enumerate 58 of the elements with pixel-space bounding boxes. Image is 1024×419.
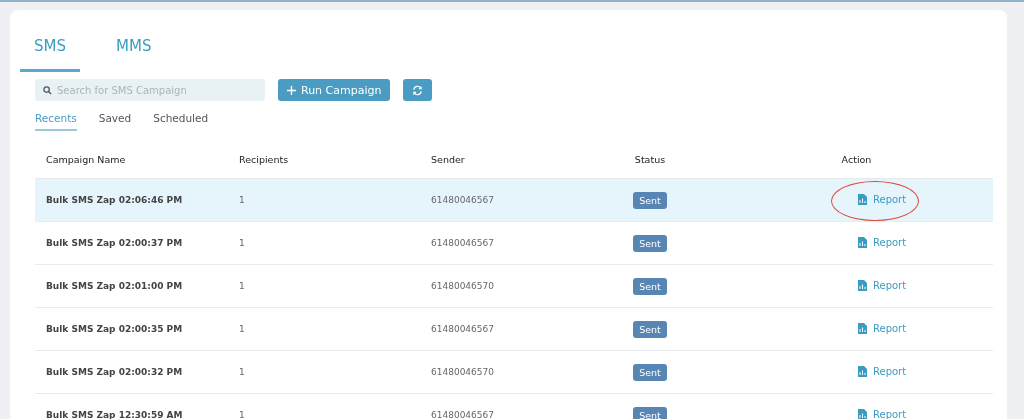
campaign-name: Bulk SMS Zap 02:00:32 PM	[46, 367, 183, 377]
recipients-count: 1	[239, 238, 245, 248]
report-icon	[858, 236, 867, 248]
search-icon	[43, 85, 52, 95]
campaign-name: Bulk SMS Zap 02:00:35 PM	[46, 324, 183, 334]
table-row[interactable]: Bulk SMS Zap 02:00:35 PM 1 61480046567 Sent Report	[35, 307, 993, 351]
recipients-count: 1	[239, 281, 245, 291]
recipients-count: 1	[239, 324, 245, 334]
table-row[interactable]: Bulk SMS Zap 02:00:32 PM 1 61480046570 Sent Report	[35, 350, 993, 394]
search-input[interactable]: Search for SMS Campaign	[57, 84, 247, 96]
refresh-icon	[412, 84, 424, 96]
campaign-name: Bulk SMS Zap 12:30:59 AM	[46, 410, 183, 419]
sub-tab[interactable]: Saved	[98, 112, 132, 131]
status-badge: Sent	[633, 277, 667, 295]
table-row[interactable]: Bulk SMS Zap 02:06:46 PM 1 61480046567 Sent Report	[35, 178, 993, 222]
status-badge: Sent	[633, 234, 667, 252]
report-icon	[858, 322, 867, 334]
column-header: Sender	[431, 153, 465, 165]
sender-number: 61480046567	[431, 195, 494, 205]
column-header: Campaign Name	[46, 153, 126, 165]
column-header: Action	[841, 153, 872, 165]
plus-icon	[287, 85, 296, 95]
report-link[interactable]: Report	[873, 279, 907, 291]
sender-number: 61480046570	[431, 367, 494, 377]
sender-number: 61480046570	[431, 281, 494, 291]
sender-number: 61480046567	[431, 410, 494, 419]
sub-tab[interactable]: Recents	[35, 112, 77, 131]
refresh-button[interactable]	[403, 79, 433, 101]
table-row[interactable]: Bulk SMS Zap 02:00:37 PM 1 61480046567 Sent Report	[35, 221, 993, 265]
table-row[interactable]: Bulk SMS Zap 02:01:00 PM 1 61480046570 Sent Report	[35, 264, 993, 308]
sub-tab[interactable]: Scheduled	[153, 112, 209, 131]
recipients-count: 1	[239, 195, 245, 205]
report-link[interactable]: Report	[873, 322, 907, 334]
column-header: Recipients	[239, 153, 289, 165]
sender-number: 61480046567	[431, 324, 494, 334]
report-link[interactable]: Report	[873, 365, 907, 377]
recipients-count: 1	[239, 367, 245, 377]
report-link[interactable]: Report	[873, 236, 907, 248]
status-badge: Sent	[633, 363, 667, 381]
column-header: Status	[634, 153, 666, 165]
tab[interactable]: SMS	[20, 33, 80, 72]
run-campaign-button[interactable]: Run Campaign	[278, 79, 391, 101]
report-icon	[858, 365, 867, 377]
status-badge: Sent	[633, 406, 667, 419]
search-field[interactable]: Search for SMS Campaign	[35, 79, 265, 101]
report-icon	[858, 279, 867, 291]
table-row[interactable]: Bulk SMS Zap 12:30:59 AM 1 61480046567 Sent Report	[35, 393, 993, 419]
report-link[interactable]: Report	[873, 193, 907, 205]
report-link[interactable]: Report	[873, 408, 907, 419]
tab[interactable]: MMS	[102, 33, 166, 72]
status-badge: Sent	[633, 320, 667, 338]
campaign-name: Bulk SMS Zap 02:06:46 PM	[46, 195, 183, 205]
campaign-name: Bulk SMS Zap 02:01:00 PM	[46, 281, 183, 291]
status-badge: Sent	[633, 191, 667, 209]
sender-number: 61480046567	[431, 238, 494, 248]
campaign-name: Bulk SMS Zap 02:00:37 PM	[46, 238, 183, 248]
recipients-count: 1	[239, 410, 245, 419]
report-icon	[858, 193, 867, 205]
